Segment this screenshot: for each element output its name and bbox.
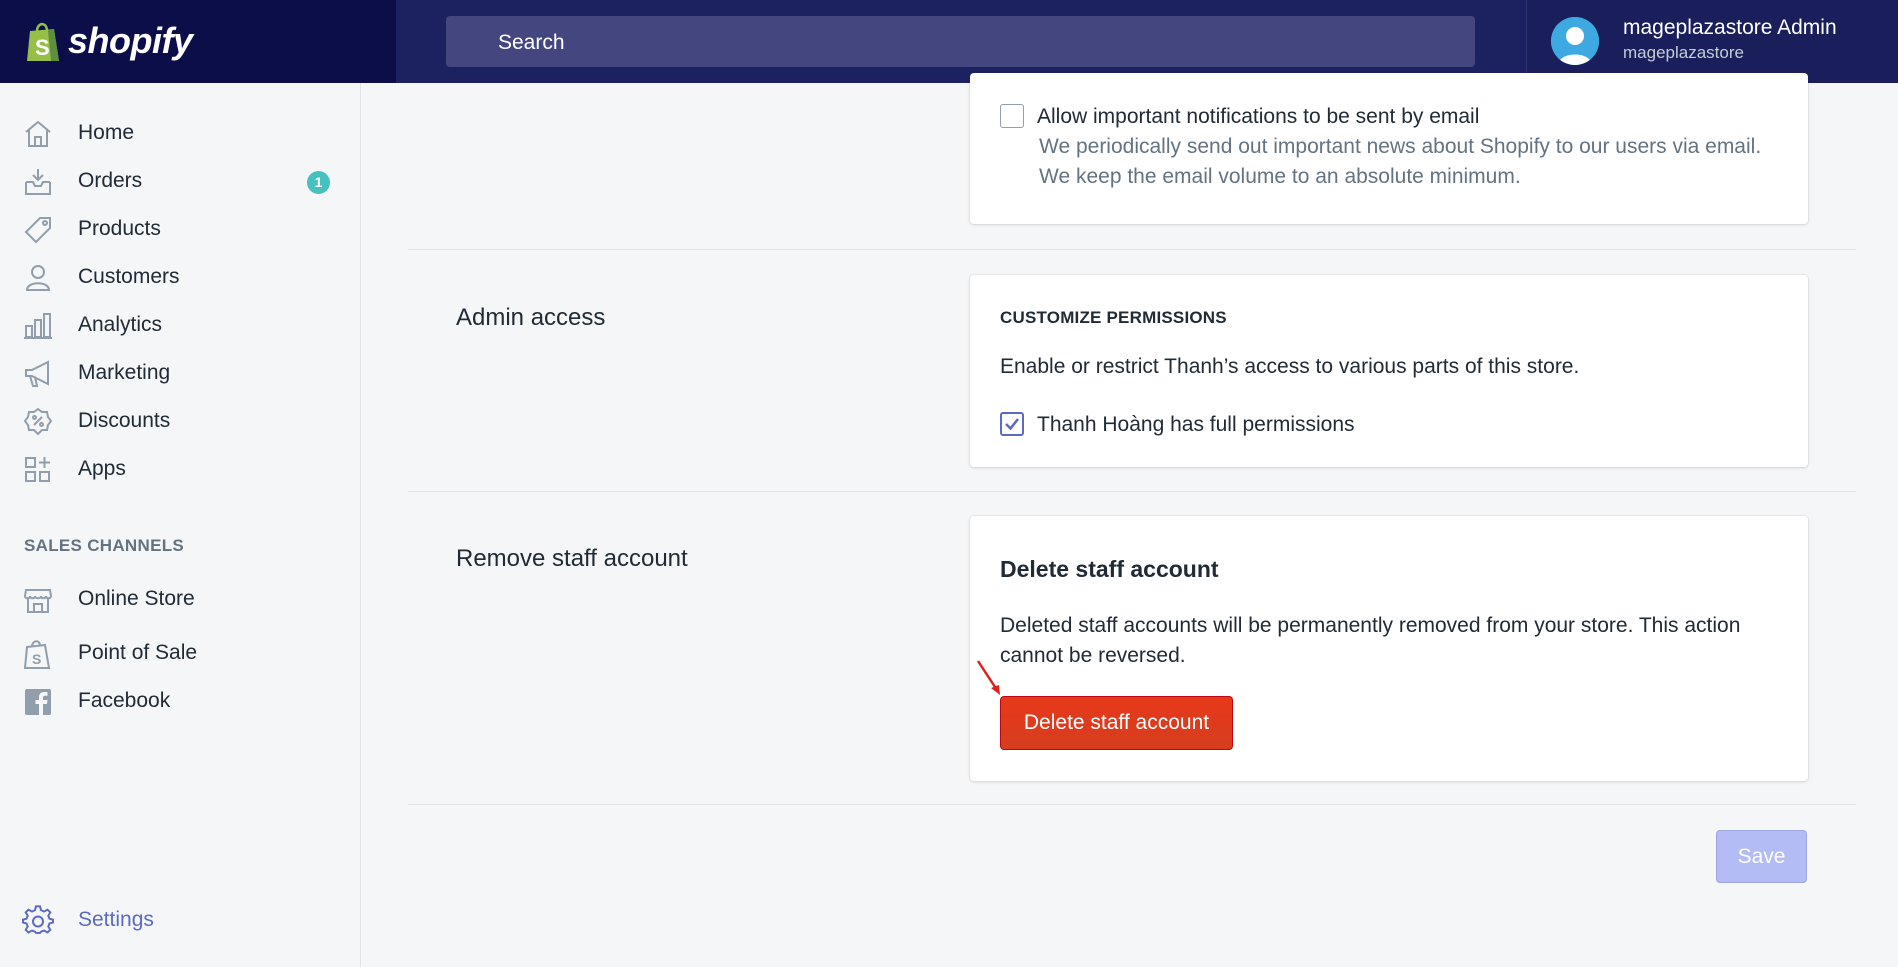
orders-count-badge: 1: [307, 171, 330, 194]
person-icon: [25, 265, 51, 291]
gear-icon: [22, 905, 54, 934]
store-icon: [23, 589, 53, 613]
sidebar-item-orders[interactable]: Orders 1: [0, 159, 360, 203]
logo-area[interactable]: S shopify: [0, 0, 396, 83]
notifications-help-line1: We periodically send out important news …: [1039, 135, 1762, 158]
brand-logo-text: shopify: [68, 20, 193, 61]
discount-icon: [23, 407, 53, 436]
sidebar-item-home[interactable]: Home: [0, 111, 360, 155]
sidebar-item-label: Point of Sale: [78, 641, 198, 664]
sidebar-item-label: Customers: [78, 265, 180, 288]
notifications-checkbox-label[interactable]: Allow important notifications to be sent…: [1037, 105, 1479, 129]
delete-account-description-line1: Deleted staff accounts will be permanent…: [1000, 614, 1741, 637]
delete-account-description-line2: cannot be reversed.: [1000, 644, 1186, 667]
search-placeholder: Search: [498, 31, 565, 54]
admin-access-description: Enable or restrict Thanh’s access to var…: [1000, 355, 1580, 378]
sidebar-item-label: Analytics: [78, 313, 163, 336]
customize-permissions-heading: CUSTOMIZE PERMISSIONS: [1000, 308, 1227, 327]
section-divider: [408, 804, 1856, 805]
apps-icon: [25, 457, 50, 482]
save-button[interactable]: Save: [1716, 830, 1807, 883]
sidebar-item-label: Apps: [78, 457, 126, 480]
bar-chart-icon: [24, 313, 52, 339]
shopify-bag-icon: S: [27, 22, 59, 61]
sidebar-item-analytics[interactable]: Analytics: [0, 303, 360, 347]
delete-staff-account-button[interactable]: Delete staff account: [1000, 696, 1233, 750]
facebook-icon: [25, 689, 51, 715]
sidebar-item-discounts[interactable]: Discounts: [0, 399, 360, 443]
remove-account-title: Remove staff account: [456, 545, 688, 572]
section-divider: [408, 249, 1856, 250]
admin-access-title: Admin access: [456, 304, 606, 331]
notifications-help-line2: We keep the email volume to an absolute …: [1039, 165, 1521, 188]
sidebar-item-label: Home: [78, 121, 135, 144]
notifications-checkbox[interactable]: [1000, 104, 1024, 128]
avatar: [1551, 17, 1599, 65]
annotation-arrow-icon: [976, 660, 1000, 695]
sidebar-item-label: Discounts: [78, 409, 171, 432]
tag-icon: [24, 217, 51, 244]
sidebar: Home Orders 1 Products Customers Analyti…: [0, 83, 361, 967]
top-bar: S shopify Search mageplazastore Admin ma…: [0, 0, 1898, 83]
user-menu[interactable]: mageplazastore Admin mageplazastore: [1526, 0, 1898, 83]
shopify-bag-icon: S: [23, 640, 51, 669]
sidebar-item-apps[interactable]: Apps: [0, 447, 360, 491]
megaphone-icon: [25, 360, 49, 387]
svg-text:S: S: [35, 35, 50, 60]
svg-text:S: S: [32, 651, 41, 667]
sidebar-item-label: Marketing: [78, 361, 171, 384]
user-store-name: mageplazastore: [1623, 43, 1744, 62]
sidebar-item-label: Products: [78, 217, 161, 240]
sidebar-item-customers[interactable]: Customers: [0, 255, 360, 299]
sidebar-item-label: Facebook: [78, 689, 171, 712]
user-avatar-icon: [1551, 17, 1599, 65]
sidebar-item-settings[interactable]: Settings: [0, 898, 360, 942]
main-content: Allow important notifications to be sent…: [361, 73, 1898, 967]
home-icon: [25, 120, 51, 147]
full-permissions-label[interactable]: Thanh Hoàng has full permissions: [1037, 413, 1355, 437]
sidebar-item-label: Online Store: [78, 587, 195, 610]
user-name: mageplazastore Admin: [1623, 16, 1837, 39]
sidebar-item-label: Settings: [78, 908, 154, 931]
sidebar-item-products[interactable]: Products: [0, 207, 360, 251]
section-divider: [408, 491, 1856, 492]
sales-channels-heading: SALES CHANNELS: [24, 536, 185, 555]
search-input[interactable]: Search: [446, 16, 1475, 67]
checkmark-icon: [1005, 418, 1019, 431]
notifications-card: Allow important notifications to be sent…: [970, 73, 1808, 224]
full-permissions-checkbox[interactable]: [1000, 412, 1024, 436]
sidebar-item-marketing[interactable]: Marketing: [0, 351, 360, 395]
admin-access-card: CUSTOMIZE PERMISSIONS Enable or restrict…: [970, 275, 1808, 467]
sidebar-item-online-store[interactable]: Online Store: [0, 577, 360, 621]
remove-account-card: Delete staff account Deleted staff accou…: [970, 516, 1808, 781]
sidebar-item-point-of-sale[interactable]: S Point of Sale: [0, 631, 360, 675]
sidebar-item-facebook[interactable]: Facebook: [0, 679, 360, 723]
sidebar-item-label: Orders: [78, 169, 143, 192]
orders-icon: [25, 169, 51, 195]
delete-account-card-title: Delete staff account: [1000, 556, 1219, 582]
